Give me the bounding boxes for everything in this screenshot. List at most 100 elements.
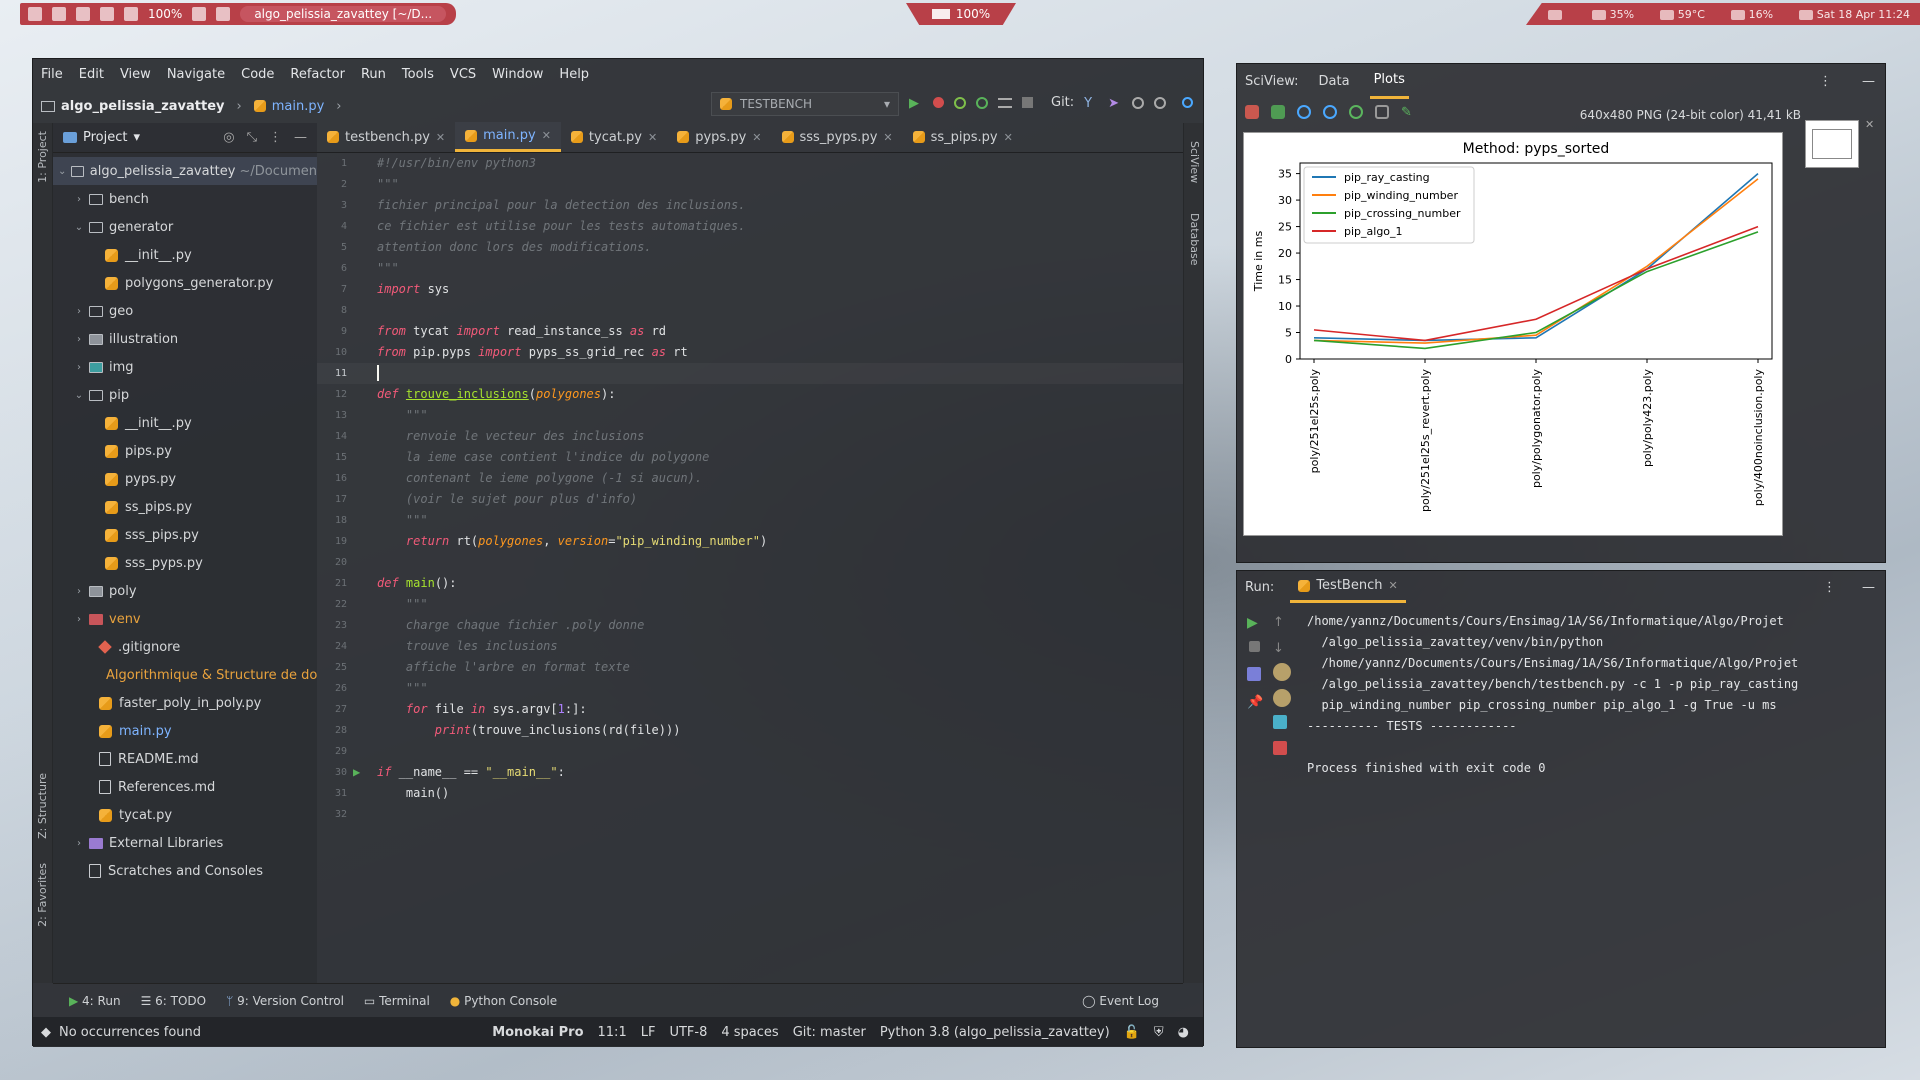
minimize-icon[interactable]: — (1862, 74, 1875, 89)
tree-file-main[interactable]: main.py (53, 717, 317, 745)
expand-arrow-icon[interactable]: ⌄ (57, 166, 67, 177)
git-push-icon[interactable]: ➤ (1108, 96, 1122, 111)
code-editor[interactable]: 1 2 3 4 5 6 7 8 9 10 11 12 13 14 15 16 17 18 19 20 21 22 23 24 2… (317, 153, 1183, 983)
collapse-arrow-icon[interactable]: › (73, 306, 85, 317)
menu-tools[interactable]: Tools (402, 67, 434, 82)
tree-file-ss-pips[interactable]: ss_pips.py (53, 493, 317, 521)
tree-file-polygons-generator[interactable]: polygons_generator.py (53, 269, 317, 297)
expand-arrow-icon[interactable]: ⌄ (73, 222, 85, 233)
python-console-tool-tab[interactable]: ● Python Console (450, 994, 557, 1008)
close-plot-icon[interactable] (1245, 105, 1259, 119)
tab-plots[interactable]: Plots (1369, 63, 1409, 99)
tree-file-gitignore[interactable]: .gitignore (53, 633, 317, 661)
tree-root[interactable]: ⌄ algo_pelissia_zavattey ~/Documen (53, 157, 317, 185)
breadcrumb-file[interactable]: main.py (272, 99, 325, 114)
event-log-tab[interactable]: ◯ Event Log (1082, 994, 1159, 1008)
down-arrow-icon[interactable]: ↓ (1273, 641, 1287, 656)
collapse-icon[interactable]: ⤡ (247, 130, 257, 145)
volume-icon[interactable] (192, 7, 207, 21)
vcs-tool-tab[interactable]: ᛘ 9: Version Control (226, 994, 344, 1008)
tree-folder-venv[interactable]: › venv (53, 605, 317, 633)
search-icon[interactable] (1182, 97, 1194, 108)
bluetooth-icon[interactable] (216, 7, 231, 21)
tree-folder-pip[interactable]: ⌄ pip (53, 381, 317, 409)
profile-icon[interactable] (976, 96, 988, 109)
menu-edit[interactable]: Edit (79, 67, 104, 82)
clock[interactable]: Sat 18 Apr 11:24 (1798, 8, 1910, 21)
tab-testbench[interactable]: testbench.py ✕ (317, 122, 455, 152)
pin-icon[interactable]: 📌 (1247, 695, 1263, 710)
menu-view[interactable]: View (120, 67, 151, 82)
stop-icon[interactable] (1022, 97, 1033, 108)
run-config-selector[interactable]: TESTBENCH ▾ (711, 92, 899, 116)
sciview-tool-tab[interactable]: SciView (1188, 141, 1201, 183)
collapse-arrow-icon[interactable]: › (73, 194, 85, 205)
scroll-to-end-icon[interactable] (1273, 689, 1291, 707)
tab-sss-pyps[interactable]: sss_pyps.py ✕ (772, 122, 903, 152)
structure-tool-tab[interactable]: Z: Structure (36, 773, 49, 839)
database-tool-tab[interactable]: Database (1188, 213, 1201, 266)
more-options-icon[interactable]: ⋮ (269, 130, 282, 145)
tree-file-pip-init[interactable]: __init__.py (53, 409, 317, 437)
interpreter-status[interactable]: Python 3.8 (algo_pelissia_zavattey) (880, 1025, 1110, 1040)
tree-file-pyps[interactable]: pyps.py (53, 465, 317, 493)
tab-pyps[interactable]: pyps.py ✕ (667, 122, 771, 152)
close-icon[interactable]: ✕ (752, 131, 761, 144)
close-icon[interactable]: ✕ (542, 129, 551, 142)
tree-file-pips[interactable]: pips.py (53, 437, 317, 465)
menu-help[interactable]: Help (559, 67, 589, 82)
close-icon[interactable]: ✕ (1388, 579, 1397, 592)
tab-tycat[interactable]: tycat.py ✕ (561, 122, 667, 152)
rerun-icon[interactable]: ▶ (1247, 615, 1261, 631)
screen-icon[interactable] (52, 7, 66, 21)
coverage-icon[interactable] (954, 96, 966, 109)
active-window-title[interactable]: algo_pelissia_zavattey [~/D... (240, 6, 447, 22)
memory-indicator-icon[interactable]: ◕ (1178, 1025, 1189, 1040)
soft-wrap-icon[interactable] (1273, 663, 1291, 681)
lock-icon[interactable]: 🔓 (1124, 1025, 1140, 1040)
tree-folder-geo[interactable]: › geo (53, 297, 317, 325)
shield-icon[interactable] (100, 7, 114, 21)
collapse-arrow-icon[interactable]: › (73, 334, 85, 345)
collapse-arrow-icon[interactable]: › (73, 614, 85, 625)
up-arrow-icon[interactable]: ↑ (1273, 615, 1287, 630)
menu-vcs[interactable]: VCS (450, 67, 476, 82)
close-icon[interactable]: ✕ (1004, 131, 1013, 144)
color-picker-icon[interactable]: ✎ (1401, 105, 1415, 120)
fit-icon[interactable] (1375, 105, 1389, 119)
git-branch-icon[interactable]: Y (1084, 96, 1098, 111)
tree-file-algo-pdf[interactable]: Algorithmique & Structure de dor (53, 661, 317, 689)
tree-folder-img[interactable]: › img (53, 353, 317, 381)
tree-file-sss-pips[interactable]: sss_pips.py (53, 521, 317, 549)
tree-folder-bench[interactable]: › bench (53, 185, 317, 213)
favorites-tool-tab[interactable]: 2: Favorites (36, 863, 49, 927)
close-icon[interactable]: ✕ (436, 131, 445, 144)
menu-window[interactable]: Window (492, 67, 543, 82)
mail-icon[interactable] (124, 7, 138, 21)
breadcrumb-project[interactable]: algo_pelissia_zavattey (61, 99, 225, 114)
collapse-arrow-icon[interactable]: › (73, 838, 85, 849)
expand-arrow-icon[interactable]: ⌄ (73, 390, 85, 401)
close-icon[interactable]: ✕ (648, 131, 657, 144)
caret-position[interactable]: 11:1 (598, 1025, 627, 1040)
project-tool-tab[interactable]: 1: Project (36, 131, 49, 183)
tree-external-libraries[interactable]: › External Libraries (53, 829, 317, 857)
git-branch-status[interactable]: Git: master (793, 1025, 866, 1040)
grid-icon[interactable] (1271, 105, 1285, 119)
debug-icon[interactable] (933, 97, 944, 108)
menu-file[interactable]: File (41, 67, 63, 82)
zoom-out-icon[interactable] (1323, 105, 1337, 119)
tree-folder-poly[interactable]: › poly (53, 577, 317, 605)
chevron-down-icon[interactable]: ▾ (133, 130, 140, 145)
tab-data[interactable]: Data (1319, 74, 1350, 89)
restore-layout-icon[interactable] (1247, 667, 1261, 681)
locate-icon[interactable]: ◎ (223, 130, 234, 145)
menu-code[interactable]: Code (241, 67, 274, 82)
menu-navigate[interactable]: Navigate (167, 67, 225, 82)
file-encoding[interactable]: UTF-8 (669, 1025, 707, 1040)
build-icon[interactable] (998, 97, 1012, 108)
close-thumbnail-icon[interactable]: ✕ (1865, 118, 1874, 131)
run-tab-testbench[interactable]: TestBench ✕ (1290, 571, 1406, 603)
run-icon[interactable]: ▶ (909, 96, 923, 111)
minimize-icon[interactable]: — (294, 130, 307, 145)
